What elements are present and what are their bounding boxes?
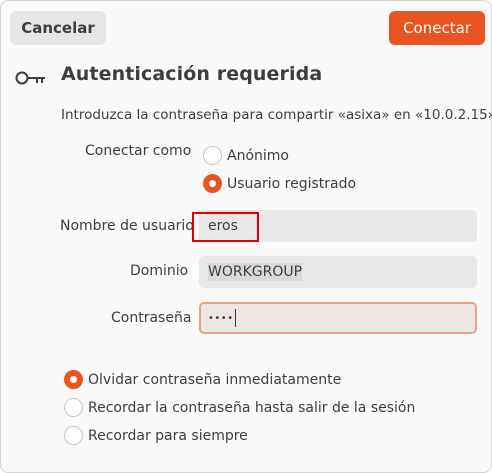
- domain-label: Dominio: [130, 263, 189, 279]
- radio-button-checked[interactable]: [64, 370, 83, 389]
- radio-remember-until-logout[interactable]: Recordar la contraseña hasta salir de la…: [64, 398, 415, 417]
- authentication-dialog: Cancelar Conectar Autenticación requerid…: [0, 0, 492, 473]
- password-field[interactable]: ••••: [199, 302, 477, 334]
- username-label: Nombre de usuario: [60, 218, 194, 234]
- radio-button-checked[interactable]: [203, 174, 222, 193]
- radio-remember-forever-label: Recordar para siempre: [88, 427, 248, 444]
- radio-registered-user-label: Usuario registrado: [227, 175, 357, 192]
- password-value: ••••: [208, 312, 234, 324]
- password-label: Contraseña: [111, 310, 192, 326]
- connect-button[interactable]: Conectar: [389, 11, 485, 45]
- radio-button-unchecked[interactable]: [64, 398, 83, 417]
- radio-registered-user[interactable]: Usuario registrado: [203, 174, 356, 193]
- domain-value: WORKGROUP: [208, 263, 303, 281]
- radio-remember-forever[interactable]: Recordar para siempre: [64, 426, 248, 445]
- radio-anonymous[interactable]: Anónimo: [203, 146, 289, 165]
- radio-button-unchecked[interactable]: [203, 146, 222, 165]
- dialog-subtitle: Introduzca la contraseña para compartir …: [61, 107, 492, 123]
- radio-anonymous-label: Anónimo: [227, 147, 289, 164]
- key-icon: [15, 71, 45, 85]
- annotation-highlight-box: [192, 212, 259, 242]
- text-cursor: [234, 309, 236, 327]
- radio-button-unchecked[interactable]: [64, 426, 83, 445]
- domain-field[interactable]: WORKGROUP: [199, 256, 477, 288]
- radio-remember-until-logout-label: Recordar la contraseña hasta salir de la…: [88, 399, 416, 416]
- radio-forget-immediately[interactable]: Olvidar contraseña inmediatamente: [64, 370, 341, 389]
- radio-forget-immediately-label: Olvidar contraseña inmediatamente: [88, 371, 342, 388]
- dialog-title: Autenticación requerida: [61, 63, 323, 85]
- connect-as-label: Conectar como: [85, 143, 192, 159]
- cancel-button[interactable]: Cancelar: [10, 11, 106, 45]
